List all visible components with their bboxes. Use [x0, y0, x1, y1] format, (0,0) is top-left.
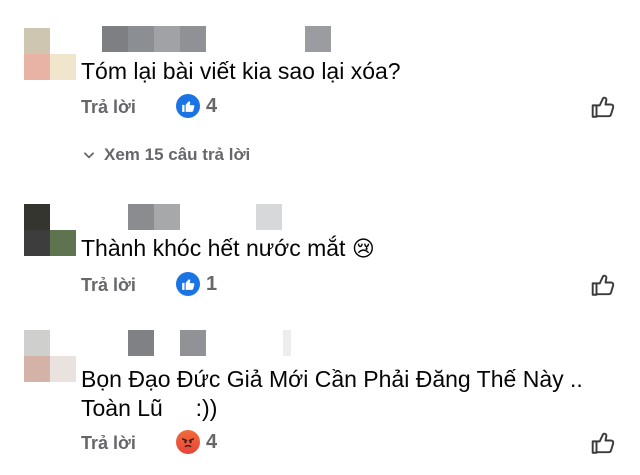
comment-text-line-2-start: Toàn Lũ — [81, 395, 163, 421]
thumbs-up-outline-icon — [591, 274, 615, 296]
angry-reaction-icon — [176, 430, 200, 454]
reaction-summary[interactable]: 4 — [176, 94, 217, 118]
reaction-count: 4 — [206, 430, 218, 453]
like-button[interactable] — [590, 430, 616, 456]
reply-button[interactable]: Trả lời — [81, 433, 136, 454]
like-button[interactable] — [590, 94, 616, 120]
like-reaction-icon — [176, 272, 200, 296]
thumbs-up-outline-icon — [591, 432, 615, 454]
comment-text-body: Thành khóc hết nước mắt — [81, 235, 346, 261]
like-button[interactable] — [590, 272, 616, 298]
chevron-down-icon — [84, 152, 94, 159]
reaction-summary[interactable]: 4 — [176, 430, 217, 454]
avatar[interactable] — [24, 28, 76, 80]
avatar[interactable] — [24, 330, 76, 382]
view-replies-label: Xem 15 câu trả lời — [104, 145, 251, 164]
comment-text-line-2: Toàn Lũ :)) — [81, 394, 217, 423]
comment-text-line-1: Bọn Đạo Đức Giả Mới Cần Phải Đăng Thế Nà… — [81, 366, 583, 392]
reaction-summary[interactable]: 1 — [176, 272, 217, 296]
thumbs-up-outline-icon — [591, 96, 615, 118]
commenter-name[interactable] — [128, 204, 180, 230]
comment-text: Thành khóc hết nước mắt 😢 — [81, 234, 375, 263]
reply-button[interactable]: Trả lời — [81, 97, 136, 118]
view-replies-button[interactable]: Xem 15 câu trả lời — [82, 145, 250, 165]
reaction-count: 4 — [206, 94, 218, 117]
commenter-name-badge — [256, 204, 282, 230]
comment-text-line-2-end: :)) — [195, 395, 218, 421]
like-reaction-icon — [176, 94, 200, 118]
reaction-count: 1 — [206, 272, 218, 295]
comment-text: Tóm lại bài viết kia sao lại xóa? — [81, 58, 401, 84]
commenter-name-badge — [305, 26, 331, 52]
commenter-name[interactable] — [102, 26, 206, 52]
reply-button[interactable]: Trả lời — [81, 275, 136, 296]
crying-face-emoji: 😢 — [351, 236, 375, 261]
avatar[interactable] — [24, 204, 76, 256]
commenter-name[interactable] — [128, 330, 206, 356]
commenter-name-badge — [283, 330, 291, 356]
